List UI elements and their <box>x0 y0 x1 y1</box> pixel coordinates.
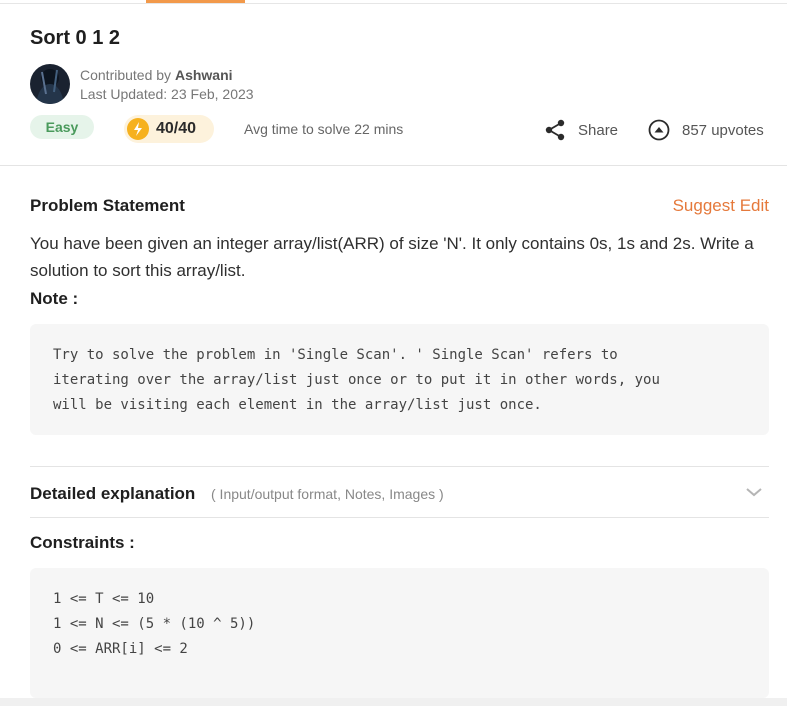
horizontal-scrollbar[interactable] <box>0 698 787 706</box>
detailed-explanation-toggle[interactable]: Detailed explanation <box>30 484 195 504</box>
avg-time: Avg time to solve 22 mins <box>244 121 404 137</box>
upvote-icon <box>648 119 670 141</box>
avatar[interactable] <box>30 64 70 104</box>
top-border <box>0 3 787 4</box>
constraints-heading: Constraints : <box>30 533 135 552</box>
problem-title: Sort 0 1 2 <box>30 27 121 49</box>
score-value: 40/40 <box>156 120 197 137</box>
contributor-info: Contributed by Ashwani Last Updated: 23 … <box>80 66 254 104</box>
upvotes-count: 857 upvotes <box>682 121 764 139</box>
divider <box>30 466 769 467</box>
detailed-explanation-subtitle: ( Input/output format, Notes, Images ) <box>211 486 444 502</box>
last-updated: Last Updated: 23 Feb, 2023 <box>80 86 254 102</box>
note-code-text: Try to solve the problem in 'Single Scan… <box>53 347 660 413</box>
share-label: Share <box>578 121 619 139</box>
share-icon <box>545 119 565 141</box>
share-button[interactable]: Share <box>544 117 618 143</box>
active-tab-indicator <box>146 0 245 3</box>
suggest-edit-link[interactable]: Suggest Edit <box>673 196 769 216</box>
difficulty-badge: Easy <box>30 115 94 139</box>
note-label: Note : <box>30 289 79 308</box>
bolt-icon <box>127 118 149 140</box>
problem-statement-text: You have been given an integer array/lis… <box>30 234 754 280</box>
divider <box>30 517 769 518</box>
author-name[interactable]: Ashwani <box>175 67 233 83</box>
upvote-button[interactable]: 857 upvotes <box>648 117 764 143</box>
problem-statement-heading: Problem Statement <box>30 196 185 215</box>
divider <box>0 165 787 166</box>
chevron-down-icon[interactable] <box>745 486 763 498</box>
contributed-by-label: Contributed by <box>80 67 172 83</box>
constraints-code-block: 1 <= T <= 10 1 <= N <= (5 * (10 ^ 5)) 0 … <box>30 568 769 698</box>
constraints-code-text: 1 <= T <= 10 1 <= N <= (5 * (10 ^ 5)) 0 … <box>53 591 256 657</box>
score-badge: 40/40 <box>124 115 214 143</box>
note-code-block: Try to solve the problem in 'Single Scan… <box>30 324 769 435</box>
